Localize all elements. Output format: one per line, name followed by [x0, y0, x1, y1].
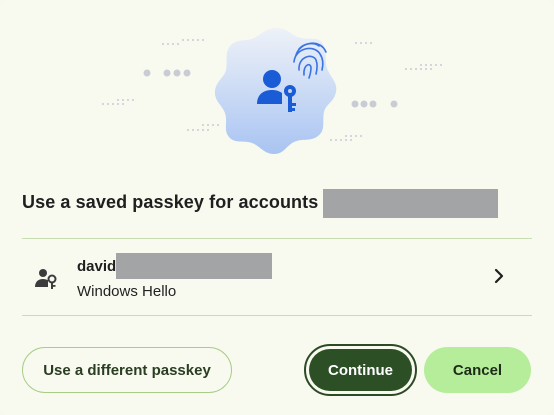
person-key-icon — [35, 269, 57, 289]
divider-bottom — [22, 315, 532, 316]
continue-button-label: Continue — [309, 349, 412, 391]
use-different-passkey-button[interactable]: Use a different passkey — [22, 347, 232, 393]
account-method: Windows Hello — [77, 283, 177, 300]
decorative-dots-right — [351, 100, 398, 108]
redacted-account-name — [116, 253, 272, 279]
redacted-account-domain — [323, 189, 498, 218]
continue-button[interactable]: Continue — [304, 344, 417, 396]
decorative-dots-left — [143, 69, 191, 77]
passkey-illustration — [0, 0, 554, 175]
passkey-dialog: Use a saved passkey for accounts david W… — [0, 0, 554, 415]
decorative-dashes-left — [102, 39, 219, 131]
cancel-button[interactable]: Cancel — [424, 347, 531, 393]
account-name: david — [77, 258, 117, 275]
account-list-item[interactable]: david Windows Hello — [22, 239, 532, 315]
chevron-right-icon — [494, 268, 504, 284]
decorative-dashes-right — [330, 42, 442, 141]
dialog-title: Use a saved passkey for accounts — [22, 192, 319, 212]
illustration-graphic — [102, 28, 442, 154]
